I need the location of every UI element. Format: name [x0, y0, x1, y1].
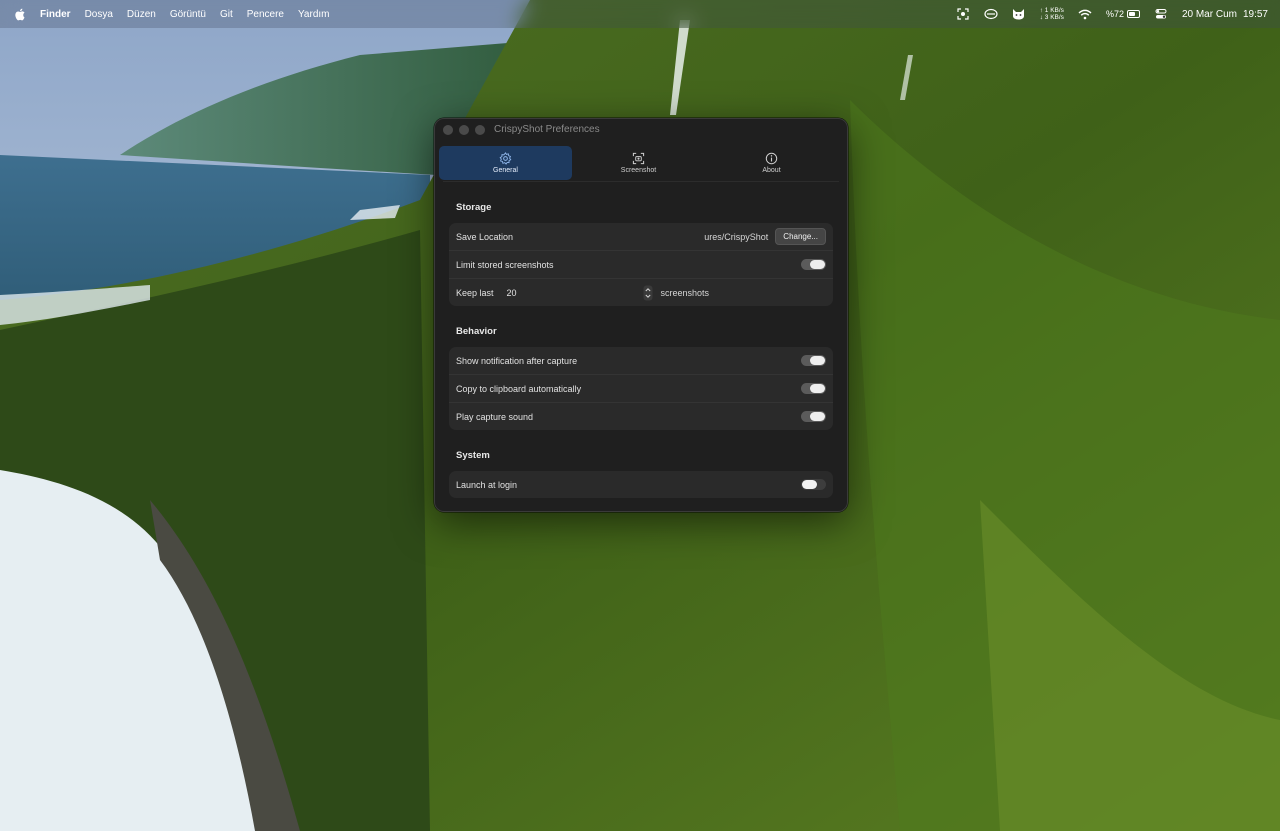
keep-last-field[interactable]: 20 [507, 288, 642, 298]
limit-screenshots-toggle[interactable] [801, 259, 826, 270]
tab-about-label: About [762, 167, 781, 174]
system-group: Launch at login [449, 471, 833, 498]
tab-general[interactable]: General [439, 146, 572, 180]
wifi-icon[interactable] [1078, 7, 1092, 21]
menu-bar: Finder Dosya Düzen Görüntü Git Pencere Y… [0, 0, 1280, 28]
keep-last-unit: screenshots [660, 287, 710, 298]
gear-icon [499, 152, 512, 165]
keep-last-row: Keep last 20 screenshots [449, 278, 833, 306]
keep-last-label: Keep last [456, 287, 494, 298]
tab-screenshot-label: Screenshot [620, 167, 657, 174]
menu-duzen[interactable]: Düzen [120, 9, 163, 20]
screenshot-status-icon[interactable] [956, 7, 970, 21]
zoom-window-button[interactable] [475, 125, 485, 135]
notification-label: Show notification after capture [456, 355, 578, 366]
control-center-icon[interactable] [1154, 7, 1168, 21]
launch-at-login-toggle[interactable] [801, 479, 826, 490]
capture-sound-label: Play capture sound [456, 411, 534, 422]
menu-dosya[interactable]: Dosya [78, 9, 120, 20]
tab-screenshot[interactable]: Screenshot [572, 146, 705, 180]
save-location-label: Save Location [456, 231, 514, 242]
capture-sound-toggle[interactable] [801, 411, 826, 422]
apple-menu-icon[interactable] [14, 7, 28, 21]
menu-git[interactable]: Git [213, 9, 240, 20]
clock-time: 19:57 [1242, 8, 1268, 20]
battery-icon [1126, 10, 1140, 18]
limit-screenshots-row: Limit stored screenshots [449, 250, 833, 278]
behavior-group: Show notification after capture Copy to … [449, 347, 833, 430]
network-speed[interactable]: ↑ 1 KB/s ↓ 3 KB/s [1040, 7, 1064, 21]
capture-sound-row: Play capture sound [449, 402, 833, 430]
info-icon [765, 152, 778, 165]
clipboard-row: Copy to clipboard automatically [449, 374, 833, 402]
battery-percent: %72 [1105, 9, 1124, 19]
menu-pencere[interactable]: Pencere [240, 9, 291, 20]
storage-group: Save Location ures/CrispyShot Change... … [449, 223, 833, 306]
menu-finder[interactable]: Finder [40, 9, 78, 20]
tab-about[interactable]: About [705, 146, 838, 180]
clock-date: 20 Mar Cum [1181, 8, 1237, 20]
limit-screenshots-label: Limit stored screenshots [456, 259, 554, 270]
clipboard-label: Copy to clipboard automatically [456, 383, 582, 394]
menu-yardim[interactable]: Yardım [291, 9, 337, 20]
system-section-title: System [456, 450, 490, 461]
launch-at-login-label: Launch at login [456, 479, 518, 490]
keep-last-stepper[interactable] [642, 285, 654, 301]
screenshot-icon [632, 152, 645, 165]
behavior-section-title: Behavior [456, 326, 497, 337]
battery-status[interactable]: %72 [1106, 9, 1140, 19]
change-location-button[interactable]: Change... [775, 228, 826, 245]
menu-clock[interactable]: 20 Mar Cum 19:57 [1182, 9, 1268, 20]
minimize-window-button[interactable] [459, 125, 469, 135]
save-location-path: ures/CrispyShot [704, 231, 769, 242]
net-upload-speed: ↑ 1 KB/s [1039, 7, 1064, 14]
close-window-button[interactable] [443, 125, 453, 135]
storage-section-title: Storage [456, 202, 492, 213]
cat-app-icon[interactable] [1012, 7, 1026, 21]
notification-row: Show notification after capture [449, 347, 833, 374]
notification-toggle[interactable] [801, 355, 826, 366]
vpn-status-icon[interactable] [984, 7, 998, 21]
preferences-tabs: General Screenshot About [435, 141, 847, 181]
menu-goruntu[interactable]: Görüntü [163, 9, 213, 20]
window-title: CrispyShot Preferences [494, 124, 600, 135]
window-titlebar[interactable]: CrispyShot Preferences [435, 119, 847, 141]
clipboard-toggle[interactable] [801, 383, 826, 394]
preferences-content: Storage Save Location ures/CrispyShot Ch… [435, 182, 847, 498]
launch-at-login-row: Launch at login [449, 471, 833, 498]
tab-general-label: General [493, 167, 518, 174]
save-location-row: Save Location ures/CrispyShot Change... [449, 223, 833, 250]
net-download-speed: ↓ 3 KB/s [1039, 14, 1064, 21]
preferences-window: CrispyShot Preferences General Screensho… [434, 118, 848, 512]
